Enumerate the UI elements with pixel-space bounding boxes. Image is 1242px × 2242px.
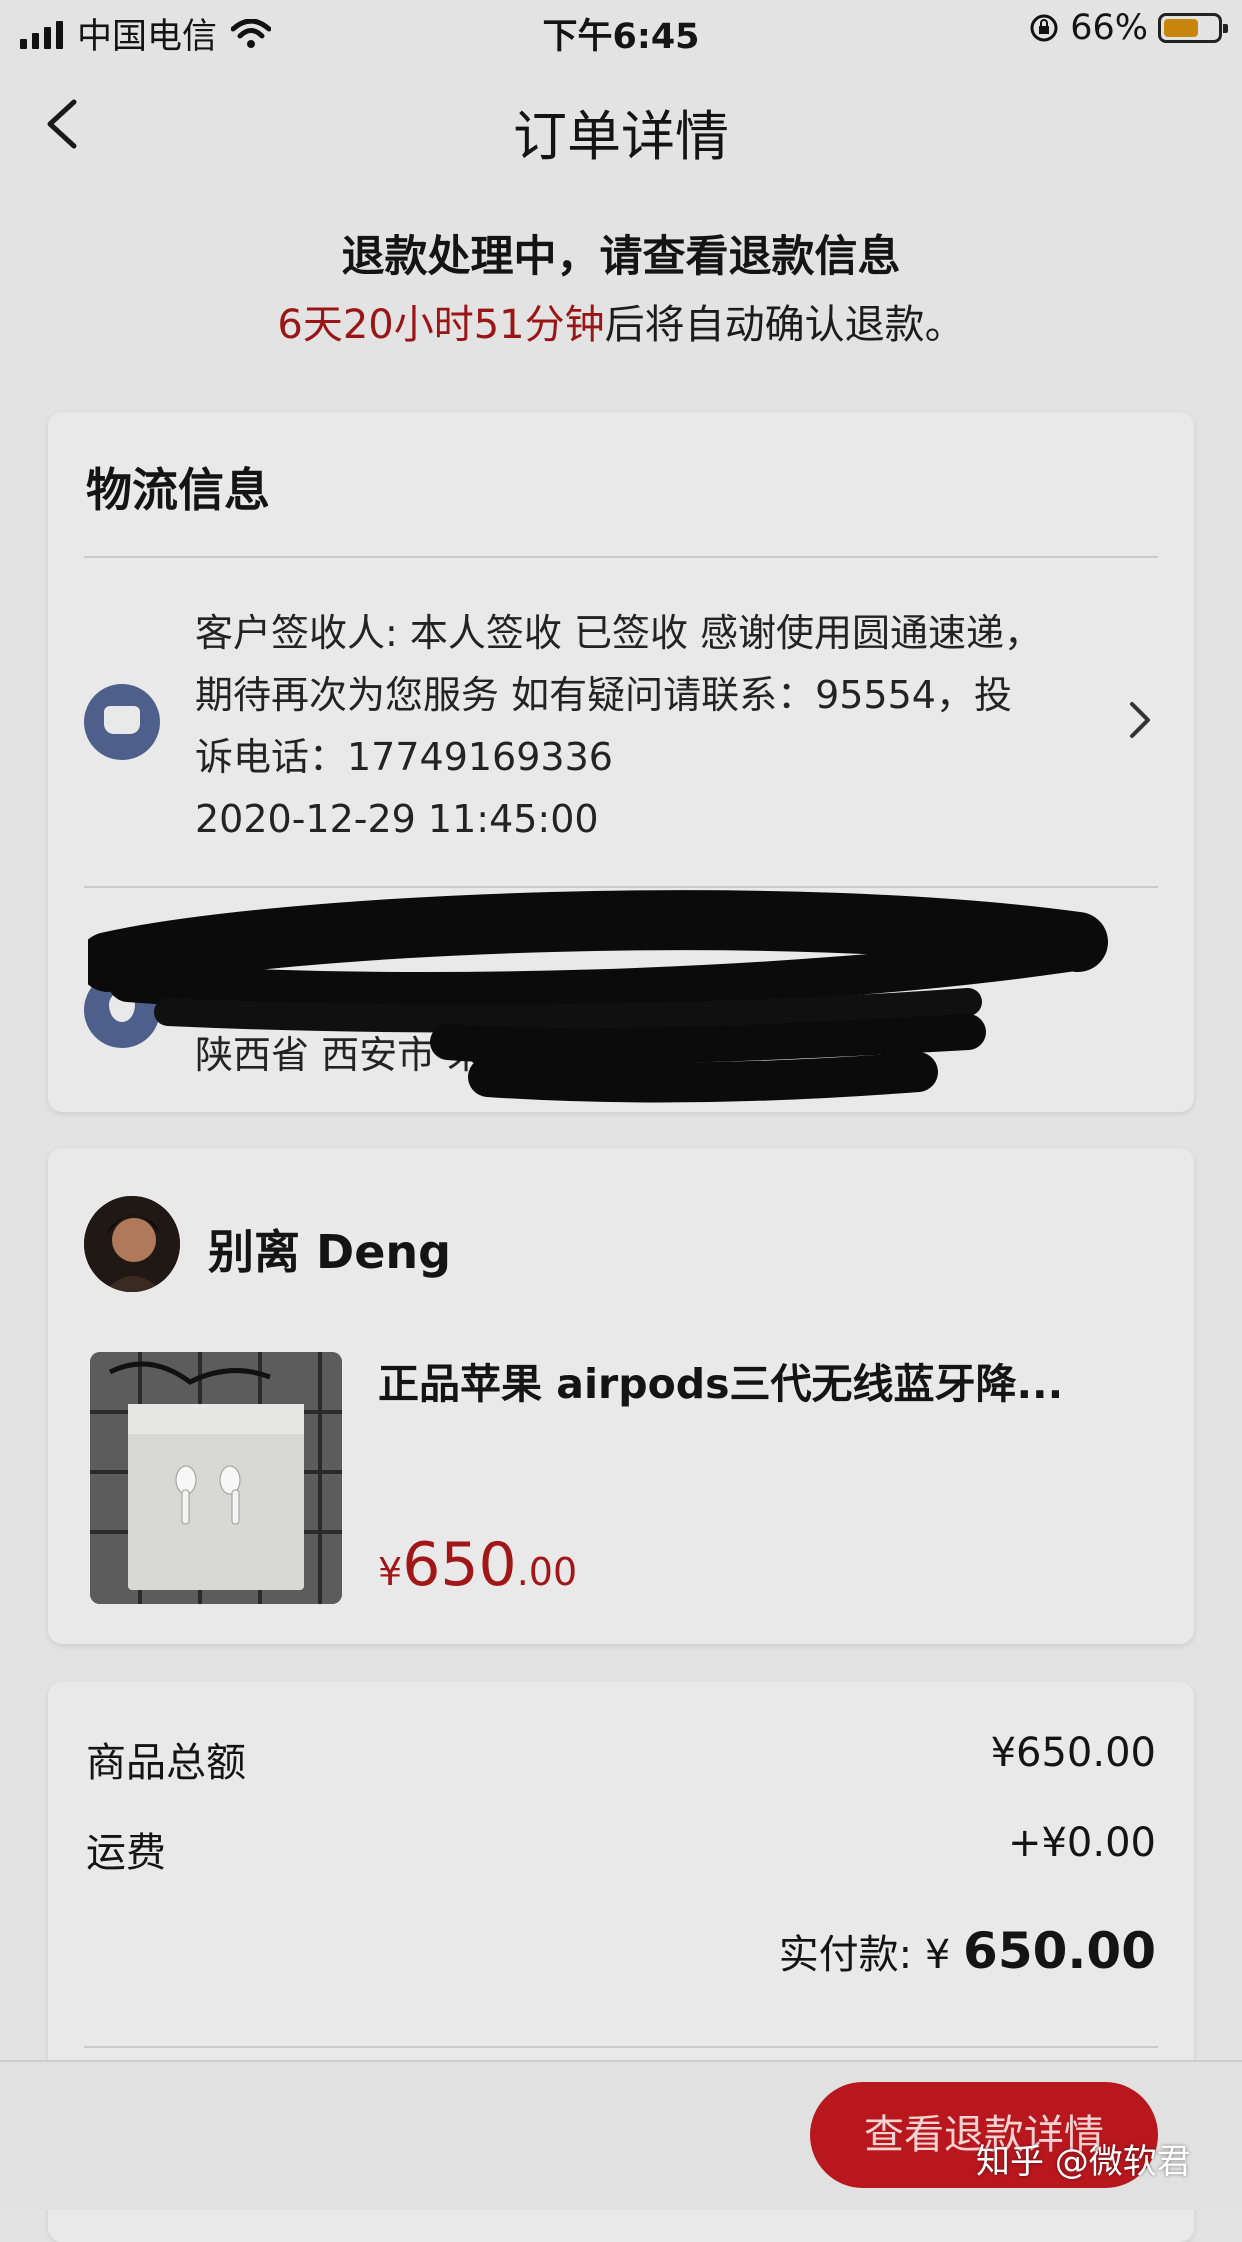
divider xyxy=(84,886,1158,888)
paid-label: 实付款: ¥ xyxy=(778,1932,951,1978)
chevron-right-icon[interactable] xyxy=(1124,698,1154,742)
price-integer: 650 xyxy=(402,1530,517,1600)
shipping-value: +¥0.00 xyxy=(1007,1820,1156,1866)
summary-row-goods: 商品总额 ¥650.00 xyxy=(86,1730,1156,1788)
receiver-phone: 1735 xyxy=(908,934,1020,980)
logistics-time: 2020-12-29 11:45:00 xyxy=(195,797,599,841)
battery-percent: 66% xyxy=(1070,8,1148,48)
location-icon xyxy=(84,972,160,1048)
truck-icon xyxy=(84,684,160,760)
price-decimal: .00 xyxy=(516,1550,578,1594)
countdown-value: 6天20小时51分钟 xyxy=(277,302,605,348)
product-price: ¥650.00 xyxy=(378,1530,577,1600)
refund-countdown-text: 6天20小时51分钟后将自动确认退款。 xyxy=(0,292,1242,350)
goods-total-label: 商品总额 xyxy=(86,1740,246,1786)
nav-bar: 订单详情 xyxy=(0,64,1242,184)
paid-total: 实付款: ¥ 650.00 xyxy=(779,1922,1156,1980)
product-thumbnail[interactable] xyxy=(90,1352,342,1604)
product-card: 别离 Deng 正品苹果 airpods三代无线蓝牙降... ¥650.00 xyxy=(48,1148,1194,1644)
avatar-image xyxy=(84,1196,180,1292)
logistics-message: 客户签收人: 本人签收 已签收 感谢使用圆通速递，期待再次为您服务 如有疑问请联… xyxy=(195,611,1043,779)
watermark: 知乎 @微软君 xyxy=(976,2142,1191,2182)
seller-name[interactable]: 别离 Deng xyxy=(208,1216,451,1282)
paid-amount: 650.00 xyxy=(963,1922,1156,1980)
seller-avatar[interactable] xyxy=(84,1196,180,1292)
page-title: 订单详情 xyxy=(513,105,729,168)
shipping-label: 运费 xyxy=(86,1830,166,1876)
rotation-lock-icon xyxy=(1030,14,1058,42)
divider xyxy=(84,2046,1158,2048)
price-symbol: ¥ xyxy=(378,1550,403,1594)
battery-icon xyxy=(1158,13,1228,43)
divider xyxy=(84,556,1158,558)
product-name[interactable]: 正品苹果 airpods三代无线蓝牙降... xyxy=(378,1350,1158,1410)
countdown-suffix: 后将自动确认退款。 xyxy=(604,302,965,348)
logistics-header: 物流信息 xyxy=(86,463,270,517)
summary-row-shipping: 运费 +¥0.00 xyxy=(86,1820,1156,1878)
goods-total-value: ¥650.00 xyxy=(990,1730,1156,1776)
refund-status-title: 退款处理中，请查看退款信息 xyxy=(341,232,901,282)
status-right: 66% xyxy=(1028,8,1228,48)
status-bar: 中国电信 下午6:45 66% xyxy=(0,0,1242,64)
product-image xyxy=(90,1352,342,1604)
receiver-address: 陕西省 西安市 未央区 xyxy=(195,1033,562,1077)
logistics-card: 物流信息 客户签收人: 本人签收 已签收 感谢使用圆通速递，期待再次为您服务 如… xyxy=(48,412,1194,1112)
logistics-latest-entry[interactable]: 客户签收人: 本人签收 已签收 感谢使用圆通速递，期待再次为您服务 如有疑问请联… xyxy=(195,602,1045,850)
